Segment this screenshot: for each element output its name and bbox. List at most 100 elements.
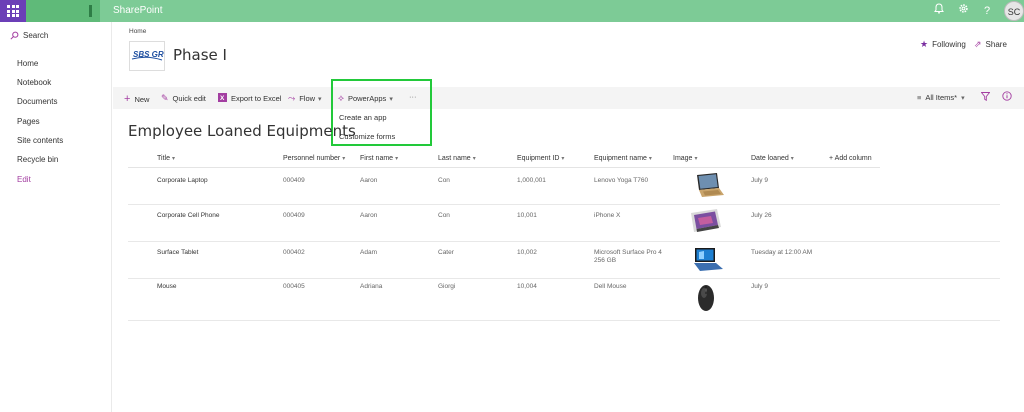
cell-last-name: Giorgi <box>438 283 456 290</box>
cell-equipment-name: iPhone X <box>594 212 621 219</box>
flow-icon: ⤳ <box>288 93 296 103</box>
list-title: Employee Loaned Equipments <box>128 122 356 140</box>
chevron-down-icon: ▾ <box>694 156 698 162</box>
view-lines-icon: ≡ <box>917 93 922 102</box>
view-label: All Items* <box>925 93 958 102</box>
cell-date-loaned: July 26 <box>751 212 772 219</box>
column-header-personnel-number[interactable]: Personnel number ▾ <box>283 155 345 162</box>
table-row[interactable]: Corporate Cell Phone 000409 Aaron Con 10… <box>128 205 1000 242</box>
nav-item-pages[interactable]: Pages <box>17 117 40 126</box>
cell-equipment-name: Lenovo Yoga T760 <box>594 177 649 184</box>
bell-icon[interactable] <box>931 3 947 19</box>
cell-last-name: Con <box>438 212 450 219</box>
column-header-title[interactable]: Title ▾ <box>157 155 175 162</box>
app-launcher-button[interactable] <box>0 0 26 22</box>
cell-last-name: Con <box>438 177 450 184</box>
star-icon: ★ <box>920 39 929 49</box>
share-label: Share <box>985 40 1007 49</box>
cell-first-name: Aaron <box>360 212 378 219</box>
chevron-down-icon: ▾ <box>342 156 346 162</box>
cell-personnel-number: 000402 <box>283 249 305 256</box>
chevron-down-icon: ▾ <box>790 156 794 162</box>
flow-label: Flow <box>299 94 316 103</box>
cell-date-loaned: Tuesday at 12:00 AM <box>751 249 813 256</box>
flow-button[interactable]: ⤳ Flow ▾ <box>288 93 322 104</box>
cell-title[interactable]: Mouse <box>157 283 177 291</box>
gear-icon[interactable] <box>955 3 971 19</box>
nav-item-notebook[interactable]: Notebook <box>17 78 51 87</box>
chevron-down-icon: ▾ <box>961 94 965 102</box>
column-header-date-loaned[interactable]: Date loaned ▾ <box>751 155 794 162</box>
search-label: Search <box>23 31 49 40</box>
breadcrumb[interactable]: Home <box>129 28 146 35</box>
table-row[interactable]: Mouse 000405 Adriana Giorgi 10,004 Dell … <box>128 279 1000 321</box>
cell-equipment-id: 10,002 <box>517 249 537 256</box>
nav-edit-link[interactable]: Edit <box>17 175 31 184</box>
avatar[interactable]: SC <box>1004 1 1024 21</box>
cell-equipment-name: Dell Mouse <box>594 283 627 290</box>
column-header-equipment-name[interactable]: Equipment name ▾ <box>594 155 652 162</box>
cell-equipment-name: Microsoft Surface Pro 4 256 GB <box>594 249 662 264</box>
search-icon <box>10 31 19 40</box>
following-button[interactable]: ★ Following <box>920 39 966 50</box>
tablet-thumbnail[interactable] <box>691 246 725 272</box>
column-header-image[interactable]: Image ▾ <box>673 155 697 162</box>
site-logo[interactable]: SBS GROUP <box>129 41 182 71</box>
nav-item-recycle-bin[interactable]: Recycle bin <box>17 155 58 164</box>
chevron-down-icon: ▾ <box>395 156 399 162</box>
help-icon[interactable]: ? <box>979 3 995 19</box>
svg-text:X: X <box>220 95 225 102</box>
cell-first-name: Adam <box>360 249 377 256</box>
site-title: Phase I <box>173 46 227 64</box>
cell-personnel-number: 000405 <box>283 283 305 290</box>
cell-personnel-number: 000409 <box>283 212 305 219</box>
mouse-thumbnail[interactable] <box>691 282 725 314</box>
cell-equipment-id: 10,004 <box>517 283 537 290</box>
suite-bar: SharePoint ? SC <box>0 0 1024 22</box>
cell-first-name: Aaron <box>360 177 378 184</box>
laptop-thumbnail[interactable] <box>691 172 725 198</box>
table-row[interactable]: Surface Tablet 000402 Adam Cater 10,002 … <box>128 242 1000 279</box>
share-icon: ⇗ <box>974 39 982 49</box>
quick-edit-label: Quick edit <box>172 94 206 103</box>
export-to-excel-button[interactable]: X Export to Excel <box>218 93 281 104</box>
info-icon[interactable] <box>1002 91 1012 103</box>
cell-equipment-id: 10,001 <box>517 212 537 219</box>
quick-edit-button[interactable]: ✎ Quick edit <box>161 93 206 104</box>
suite-title[interactable]: SharePoint <box>113 5 162 16</box>
chevron-down-icon: ▾ <box>171 156 175 162</box>
share-button[interactable]: ⇗ Share <box>974 39 1007 50</box>
cell-last-name: Cater <box>438 249 454 256</box>
column-header-equipment-id[interactable]: Equipment ID ▾ <box>517 155 564 162</box>
chevron-down-icon: ▾ <box>472 156 476 162</box>
cell-title[interactable]: Corporate Cell Phone <box>157 212 220 220</box>
cell-equipment-id: 1,000,001 <box>517 177 546 184</box>
filter-icon[interactable] <box>980 92 991 103</box>
cell-title[interactable]: Corporate Laptop <box>157 177 208 185</box>
left-navigation: Search Home Notebook Documents Pages Sit… <box>0 22 112 412</box>
column-header-last-name[interactable]: Last name ▾ <box>438 155 476 162</box>
chevron-down-icon: ▾ <box>561 156 565 162</box>
add-column-button[interactable]: + Add column <box>829 155 872 162</box>
column-header-first-name[interactable]: First name ▾ <box>360 155 398 162</box>
waffle-icon <box>7 5 19 17</box>
excel-icon: X <box>218 93 227 104</box>
cell-date-loaned: July 9 <box>751 283 768 290</box>
nav-item-documents[interactable]: Documents <box>17 97 57 106</box>
chevron-down-icon: ▾ <box>318 95 322 103</box>
nav-item-home[interactable]: Home <box>17 59 38 68</box>
new-label: New <box>134 94 150 104</box>
phone-thumbnail[interactable] <box>689 208 723 234</box>
table-row[interactable]: Corporate Laptop 000409 Aaron Con 1,000,… <box>128 168 1000 205</box>
nav-item-site-contents[interactable]: Site contents <box>17 136 63 145</box>
new-button[interactable]: + New <box>124 93 149 105</box>
pencil-icon: ✎ <box>161 93 169 103</box>
search-box[interactable]: Search <box>10 31 48 40</box>
view-selector[interactable]: ≡ All Items* ▾ <box>917 93 965 102</box>
brand-mark <box>89 5 92 17</box>
cell-first-name: Adriana <box>360 283 383 290</box>
chevron-down-icon: ▾ <box>648 156 652 162</box>
export-label: Export to Excel <box>231 94 282 103</box>
cell-date-loaned: July 9 <box>751 177 768 184</box>
cell-title[interactable]: Surface Tablet <box>157 249 198 257</box>
